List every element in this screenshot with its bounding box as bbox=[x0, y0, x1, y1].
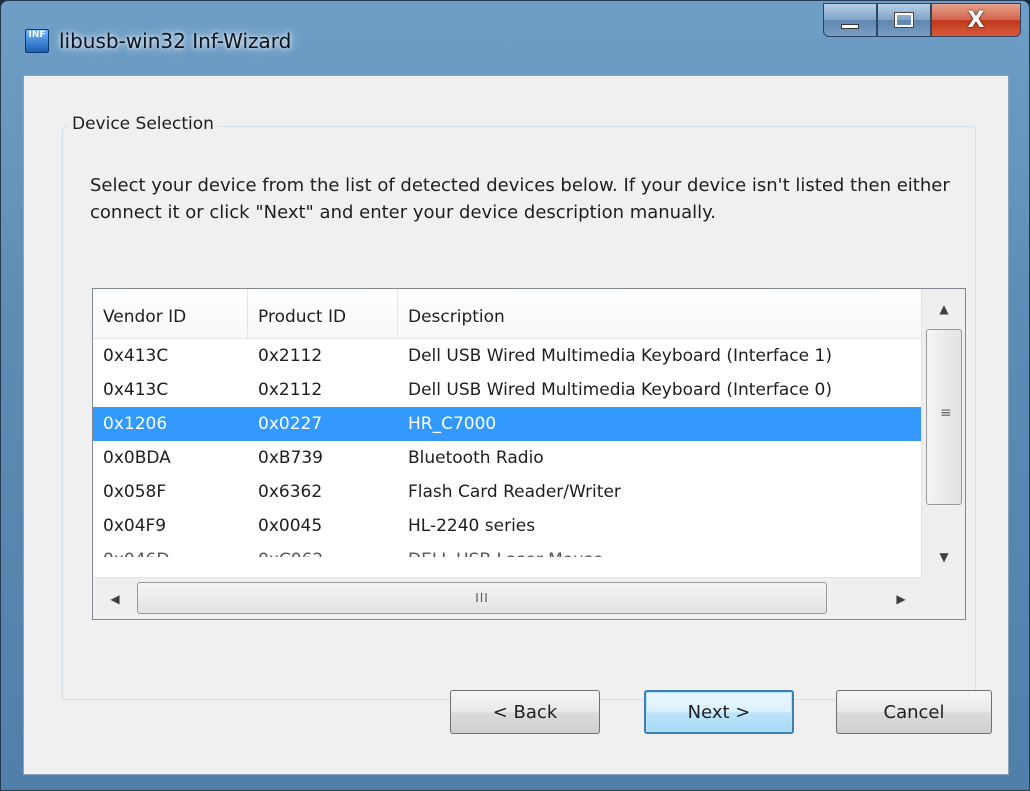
triangle-right-icon: ▶ bbox=[896, 592, 906, 606]
description-cell: HR_C7000 bbox=[408, 414, 497, 434]
product-id-cell: 0x6362 bbox=[258, 482, 323, 502]
list-header: Vendor ID Product ID Description bbox=[93, 289, 921, 339]
scrollbar-corner bbox=[921, 577, 965, 619]
description-cell: DELL USB Laser Mouse bbox=[398, 543, 921, 557]
caption-buttons: X bbox=[823, 3, 1021, 37]
maximize-icon bbox=[894, 12, 914, 28]
product-id-cell: 0x2112 bbox=[258, 380, 323, 400]
triangle-up-icon: ▲ bbox=[939, 302, 949, 316]
back-button[interactable]: < Back bbox=[450, 690, 600, 734]
list-rows: 0x413C 0x2112 Dell USB Wired Multimedia … bbox=[93, 339, 921, 557]
list-item[interactable]: 0x413C 0x2112 Dell USB Wired Multimedia … bbox=[93, 373, 921, 407]
triangle-down-icon: ▼ bbox=[939, 550, 949, 564]
vendor-id-cell: 0x1206 bbox=[103, 414, 168, 434]
close-icon: X bbox=[967, 7, 985, 33]
product-id-cell: 0xB739 bbox=[258, 448, 323, 468]
minimize-icon bbox=[841, 23, 859, 29]
list-item-selected[interactable]: 0x1206 0x0227 HR_C7000 bbox=[93, 407, 921, 441]
cancel-button[interactable]: Cancel bbox=[836, 690, 992, 734]
product-id-cell: 0xC062 bbox=[248, 543, 398, 557]
scroll-down-button[interactable]: ▼ bbox=[922, 537, 965, 577]
description-cell: Flash Card Reader/Writer bbox=[408, 482, 621, 502]
device-list[interactable]: Vendor ID Product ID Description 0x413C … bbox=[92, 288, 966, 620]
title-bar[interactable]: INF libusb-win32 Inf-Wizard X bbox=[1, 1, 1029, 75]
vertical-scrollbar[interactable]: ▲ ≡ ▼ bbox=[921, 289, 965, 577]
list-item[interactable]: 0x413C 0x2112 Dell USB Wired Multimedia … bbox=[93, 339, 921, 373]
list-item[interactable]: 0x0BDA 0xB739 Bluetooth Radio bbox=[93, 441, 921, 475]
product-id-cell: 0x0227 bbox=[258, 414, 323, 434]
list-item[interactable]: 0x046D 0xC062 DELL USB Laser Mouse bbox=[93, 543, 921, 557]
minimize-button[interactable] bbox=[823, 3, 877, 37]
description-cell: HL-2240 series bbox=[408, 516, 536, 536]
description-cell: Dell USB Wired Multimedia Keyboard (Inte… bbox=[408, 346, 832, 366]
grip-icon: III bbox=[475, 591, 489, 605]
vendor-id-cell: 0x046D bbox=[93, 543, 248, 557]
vendor-id-cell: 0x058F bbox=[103, 482, 167, 502]
vendor-id-cell: 0x413C bbox=[103, 346, 169, 366]
vendor-id-cell: 0x04F9 bbox=[103, 516, 167, 536]
next-button[interactable]: Next > bbox=[644, 690, 794, 734]
scroll-up-button[interactable]: ▲ bbox=[922, 289, 965, 329]
description-cell: Bluetooth Radio bbox=[408, 448, 544, 468]
product-id-cell: 0x2112 bbox=[258, 346, 323, 366]
vertical-scroll-thumb[interactable]: ≡ bbox=[926, 329, 962, 505]
maximize-button[interactable] bbox=[877, 3, 931, 37]
triangle-left-icon: ◀ bbox=[110, 592, 120, 606]
column-header-description[interactable]: Description bbox=[398, 289, 921, 339]
close-button[interactable]: X bbox=[931, 3, 1021, 37]
vendor-id-cell: 0x0BDA bbox=[103, 448, 171, 468]
scroll-right-button[interactable]: ▶ bbox=[879, 578, 923, 619]
dialog-client-area: Device Selection Select your device from… bbox=[23, 75, 1009, 775]
instructions-text: Select your device from the list of dete… bbox=[90, 175, 950, 223]
description-cell: Dell USB Wired Multimedia Keyboard (Inte… bbox=[408, 380, 832, 400]
horizontal-scrollbar[interactable]: ◀ III ▶ bbox=[93, 577, 923, 619]
app-icon: INF bbox=[25, 29, 49, 53]
list-item[interactable]: 0x058F 0x6362 Flash Card Reader/Writer bbox=[93, 475, 921, 509]
wizard-window: INF libusb-win32 Inf-Wizard X Device Sel… bbox=[0, 0, 1030, 791]
horizontal-scroll-thumb[interactable]: III bbox=[137, 582, 827, 614]
scroll-left-button[interactable]: ◀ bbox=[93, 578, 137, 619]
list-item[interactable]: 0x04F9 0x0045 HL-2240 series bbox=[93, 509, 921, 543]
vendor-id-cell: 0x413C bbox=[103, 380, 169, 400]
group-label: Device Selection bbox=[68, 114, 218, 134]
window-title: libusb-win32 Inf-Wizard bbox=[59, 29, 292, 53]
column-header-product-id[interactable]: Product ID bbox=[248, 289, 398, 339]
product-id-cell: 0x0045 bbox=[258, 516, 323, 536]
column-header-vendor-id[interactable]: Vendor ID bbox=[93, 289, 248, 339]
grip-icon: ≡ bbox=[940, 405, 952, 421]
